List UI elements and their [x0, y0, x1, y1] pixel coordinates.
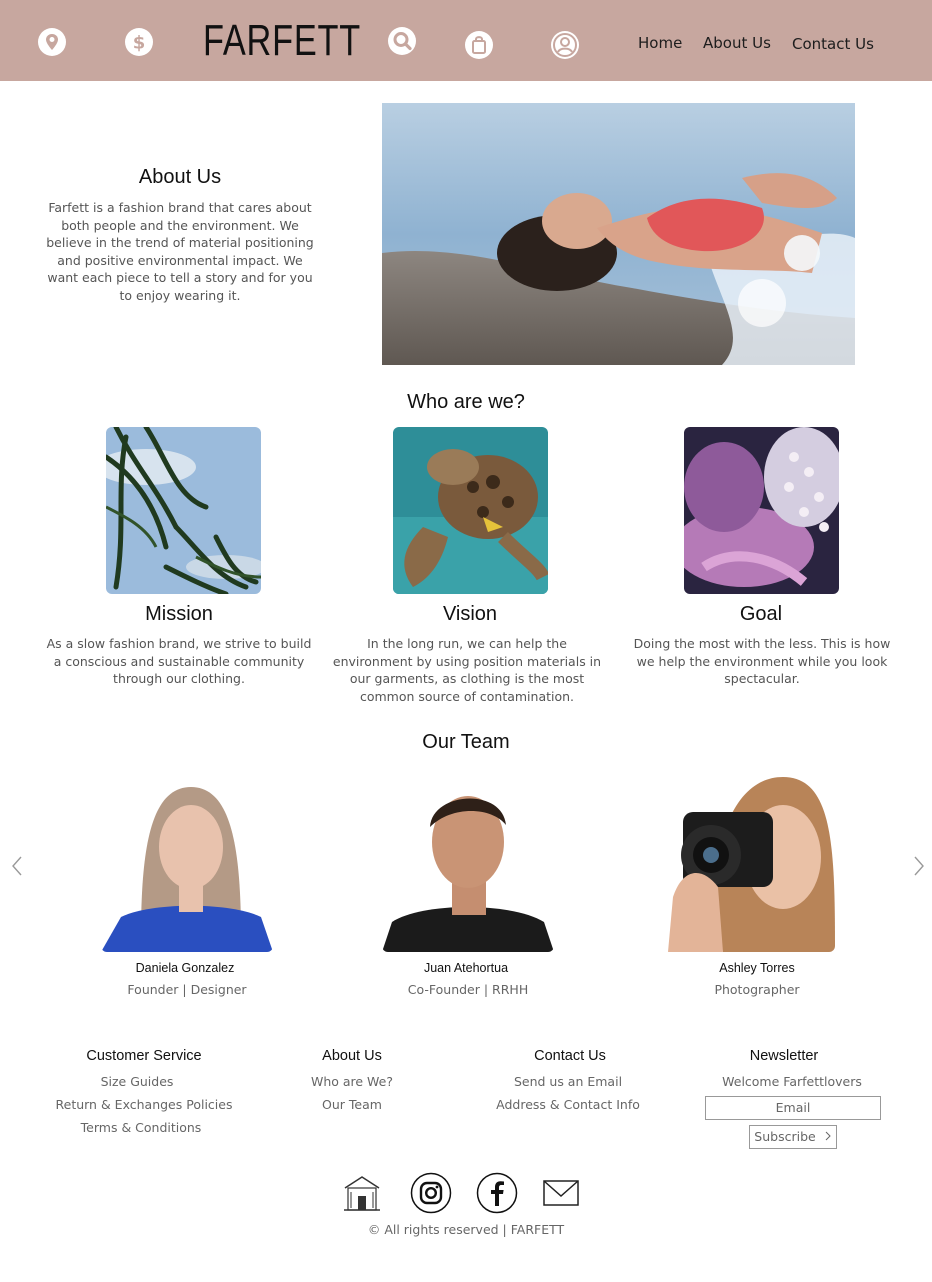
mission-image — [106, 427, 261, 594]
footer-link-size-guides[interactable]: Size Guides — [27, 1074, 247, 1089]
svg-text:$: $ — [133, 33, 146, 54]
team-photo-ashley — [663, 767, 835, 952]
copyright-text: © All rights reserved | FARFETT — [367, 1222, 565, 1237]
facebook-icon[interactable] — [476, 1172, 518, 1214]
team-photo-daniela — [101, 767, 273, 952]
vision-image — [393, 427, 548, 594]
team-role-daniela: Founder | Designer — [127, 982, 247, 997]
shopping-bag-icon[interactable] — [464, 30, 494, 60]
our-team-title: Our Team — [422, 731, 510, 753]
user-icon[interactable] — [550, 30, 580, 60]
carousel-next-icon[interactable] — [912, 856, 926, 876]
instagram-icon[interactable] — [410, 1172, 452, 1214]
top-header: $ FARFETT Home About Us Contact Us — [0, 0, 932, 81]
team-name-daniela: Daniela Gonzalez — [135, 961, 235, 975]
footer-newsletter-title: Newsletter — [749, 1048, 819, 1064]
location-icon[interactable] — [37, 27, 67, 57]
footer-link-who-are-we[interactable]: Who are We? — [242, 1074, 462, 1089]
footer-link-terms[interactable]: Terms & Conditions — [31, 1120, 251, 1135]
shop-logo-icon[interactable] — [341, 1172, 383, 1214]
team-role-juan: Co-Founder | RRHH — [407, 982, 529, 997]
footer-about-title: About Us — [322, 1048, 382, 1064]
vision-text: In the long run, we can help the environ… — [332, 636, 602, 704]
dollar-icon[interactable]: $ — [124, 27, 154, 57]
goal-text: Doing the most with the less. This is ho… — [633, 636, 891, 687]
who-are-we-title: Who are we? — [407, 391, 525, 413]
team-role-ashley: Photographer — [714, 982, 800, 997]
hero-image — [382, 103, 855, 365]
goal-title: Goal — [739, 603, 783, 625]
mission-title: Mission — [145, 603, 213, 625]
footer-link-our-team[interactable]: Our Team — [242, 1097, 462, 1112]
newsletter-email-input[interactable]: Email — [705, 1096, 881, 1120]
newsletter-welcome: Welcome Farfettlovers — [722, 1074, 862, 1089]
footer-link-send-email[interactable]: Send us an Email — [458, 1074, 678, 1089]
mission-text: As a slow fashion brand, we strive to bu… — [46, 636, 312, 687]
subscribe-button[interactable]: Subscribe — [749, 1125, 837, 1149]
search-icon[interactable] — [387, 26, 417, 56]
footer-contact-title: Contact Us — [534, 1048, 606, 1064]
team-name-juan: Juan Atehortua — [423, 961, 509, 975]
mail-icon[interactable] — [540, 1172, 582, 1214]
about-text: Farfett is a fashion brand that cares ab… — [46, 200, 314, 303]
carousel-prev-icon[interactable] — [10, 856, 24, 876]
vision-title: Vision — [442, 603, 498, 625]
footer-link-returns[interactable]: Return & Exchanges Policies — [34, 1097, 254, 1112]
chevron-right-icon — [825, 1131, 831, 1141]
about-title: About Us — [138, 166, 222, 188]
team-photo-juan — [382, 767, 554, 952]
brand-logo[interactable]: FARFETT — [203, 17, 360, 65]
footer-link-address[interactable]: Address & Contact Info — [458, 1097, 678, 1112]
nav-contact-us[interactable]: Contact Us — [792, 35, 874, 53]
subscribe-label: Subscribe — [754, 1129, 816, 1144]
goal-image — [684, 427, 839, 594]
team-name-ashley: Ashley Torres — [719, 961, 795, 975]
footer-customer-service-title: Customer Service — [86, 1048, 202, 1064]
nav-about-us[interactable]: About Us — [703, 34, 771, 52]
nav-home[interactable]: Home — [638, 34, 682, 52]
